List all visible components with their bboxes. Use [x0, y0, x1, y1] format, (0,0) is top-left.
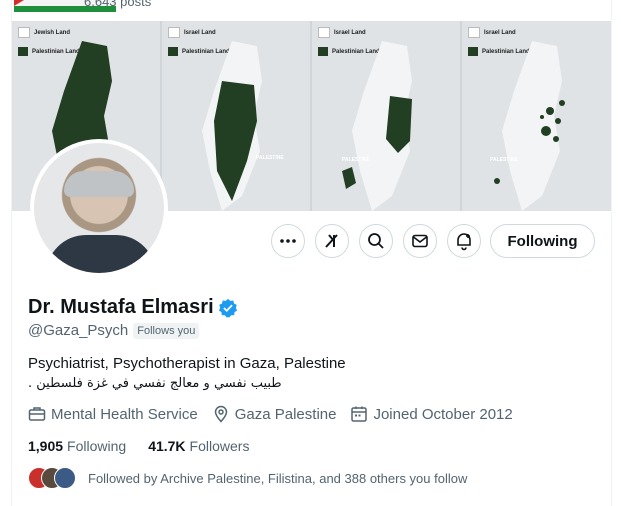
map-shape: [494, 41, 565, 211]
display-name: Dr. Mustafa Elmasri: [28, 296, 214, 318]
map-shape: [342, 41, 412, 211]
profile-meta: Mental Health Service Gaza Palestine Joi…: [28, 405, 527, 423]
calendar-icon: [351, 406, 368, 422]
follower-avatar: [54, 467, 76, 489]
follow-stats: 1,905 Following 41.7K Followers: [28, 438, 271, 454]
followers-stat[interactable]: 41.7K Followers: [148, 438, 249, 454]
joined-label: Joined October 2012: [373, 405, 513, 423]
header-bar: 6,643 posts: [12, 0, 611, 12]
more-button[interactable]: [271, 224, 305, 258]
bio-line-1: Psychiatrist, Psychotherapist in Gaza, P…: [28, 355, 346, 372]
location-label: Gaza Palestine: [234, 405, 337, 423]
joined-item: Joined October 2012: [350, 405, 513, 423]
map-panel-3: Israel Land Palestinian Land PALESTINE: [312, 21, 462, 211]
more-icon: [280, 239, 296, 243]
location-pin-icon: [214, 405, 227, 423]
category-label: Mental Health Service: [51, 405, 198, 423]
map-panel-4: Israel Land Palestinian Land PALESTINE: [462, 21, 611, 211]
followed-by-text: Followed by Archive Palestine, Filistina…: [88, 470, 468, 486]
followed-by-row[interactable]: Followed by Archive Palestine, Filistina…: [28, 467, 467, 489]
message-icon: [412, 234, 428, 248]
followed-by-avatars: [28, 467, 76, 489]
briefcase-icon: [28, 407, 46, 421]
bio-line-2: طبيب نفسي و معالج نفسي في غزة فلسطين .: [28, 376, 282, 391]
grok-icon: [325, 234, 338, 248]
search-button[interactable]: [359, 224, 393, 258]
posts-count: 6,643 posts: [84, 0, 152, 9]
map-label: PALESTINE: [490, 157, 518, 163]
verified-badge-icon[interactable]: [218, 298, 238, 318]
message-button[interactable]: [403, 224, 437, 258]
display-name-row: Dr. Mustafa Elmasri: [28, 296, 238, 319]
following-button[interactable]: Following: [490, 224, 595, 258]
profile-avatar[interactable]: [30, 139, 168, 277]
user-handle: @Gaza_Psych: [28, 322, 129, 339]
category-item: Mental Health Service: [28, 405, 198, 423]
map-shape: [202, 41, 262, 211]
avatar-photo: [34, 143, 164, 273]
following-stat[interactable]: 1,905 Following: [28, 438, 126, 454]
location-item: Gaza Palestine: [212, 405, 337, 423]
grok-button[interactable]: [315, 224, 349, 258]
follows-you-badge: Follows you: [133, 322, 200, 339]
map-panel-2: Israel Land Palestinian Land PALESTINE: [162, 21, 312, 211]
map-label: PALESTINE: [256, 155, 284, 161]
notifications-icon: [457, 233, 471, 251]
following-label: Following: [67, 438, 127, 454]
followers-count: 41.7K: [148, 438, 186, 454]
notifications-button[interactable]: [447, 224, 481, 258]
search-icon: [368, 233, 384, 249]
map-label: PALESTINE: [342, 157, 370, 163]
followers-label: Followers: [189, 438, 250, 454]
following-count: 1,905: [28, 438, 64, 454]
handle-row: @Gaza_Psych Follows you: [28, 322, 200, 339]
profile-page: 6,643 posts Jewish Land Palestinian Land…: [11, 0, 612, 506]
